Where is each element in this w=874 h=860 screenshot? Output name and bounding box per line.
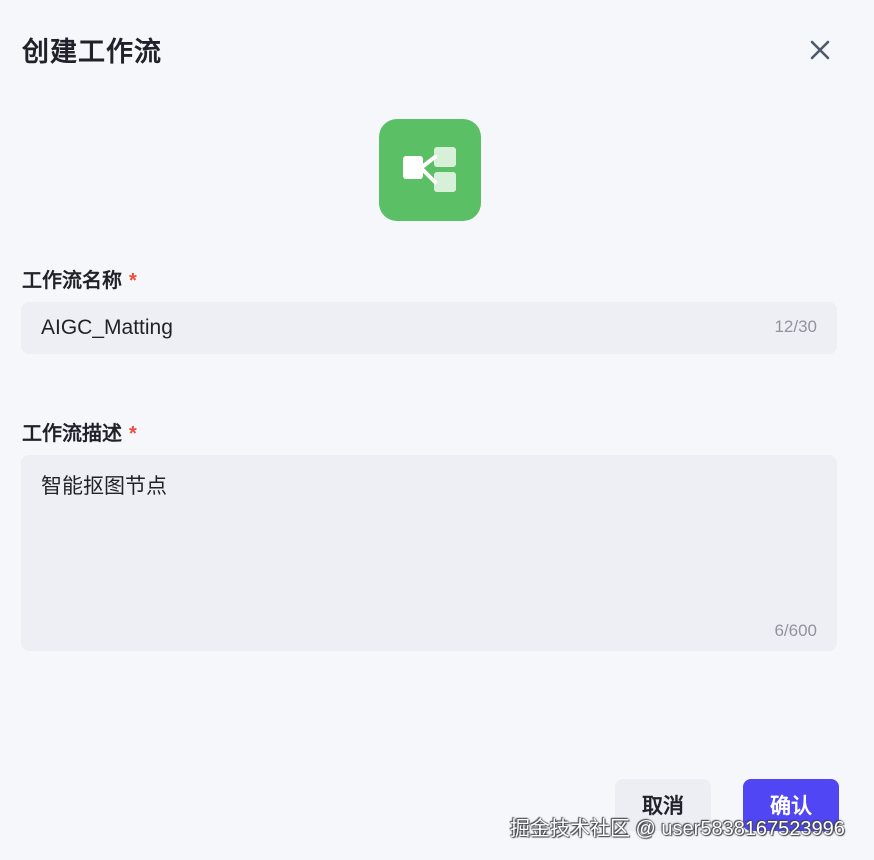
workflow-icon[interactable] [379, 119, 481, 221]
workflow-name-label: 工作流名称 * [22, 264, 137, 293]
workflow-description-label-text: 工作流描述 [22, 423, 122, 445]
create-workflow-dialog: 创建工作流 工作流名称 * AIGC_Matting 12/30 工作流描述 * 智… [0, 0, 874, 860]
workflow-description-value: 智能抠图节点 [41, 475, 167, 498]
workflow-description-textarea[interactable]: 智能抠图节点 6/600 [21, 455, 837, 651]
dialog-title: 创建工作流 [22, 37, 162, 67]
workflow-share-icon [403, 147, 456, 192]
workflow-name-value: AIGC_Matting [41, 316, 173, 339]
workflow-description-counter: 6/600 [774, 621, 817, 640]
required-star: * [129, 423, 137, 445]
workflow-name-label-text: 工作流名称 [22, 270, 122, 292]
close-icon [810, 40, 830, 60]
required-star: * [129, 270, 137, 292]
watermark: 掘金技术社区 @ user5838167523996 [510, 818, 845, 840]
close-button[interactable] [806, 36, 834, 64]
workflow-name-input[interactable]: AIGC_Matting 12/30 [21, 302, 837, 354]
workflow-description-label: 工作流描述 * [22, 417, 137, 446]
workflow-name-counter: 12/30 [774, 317, 817, 336]
